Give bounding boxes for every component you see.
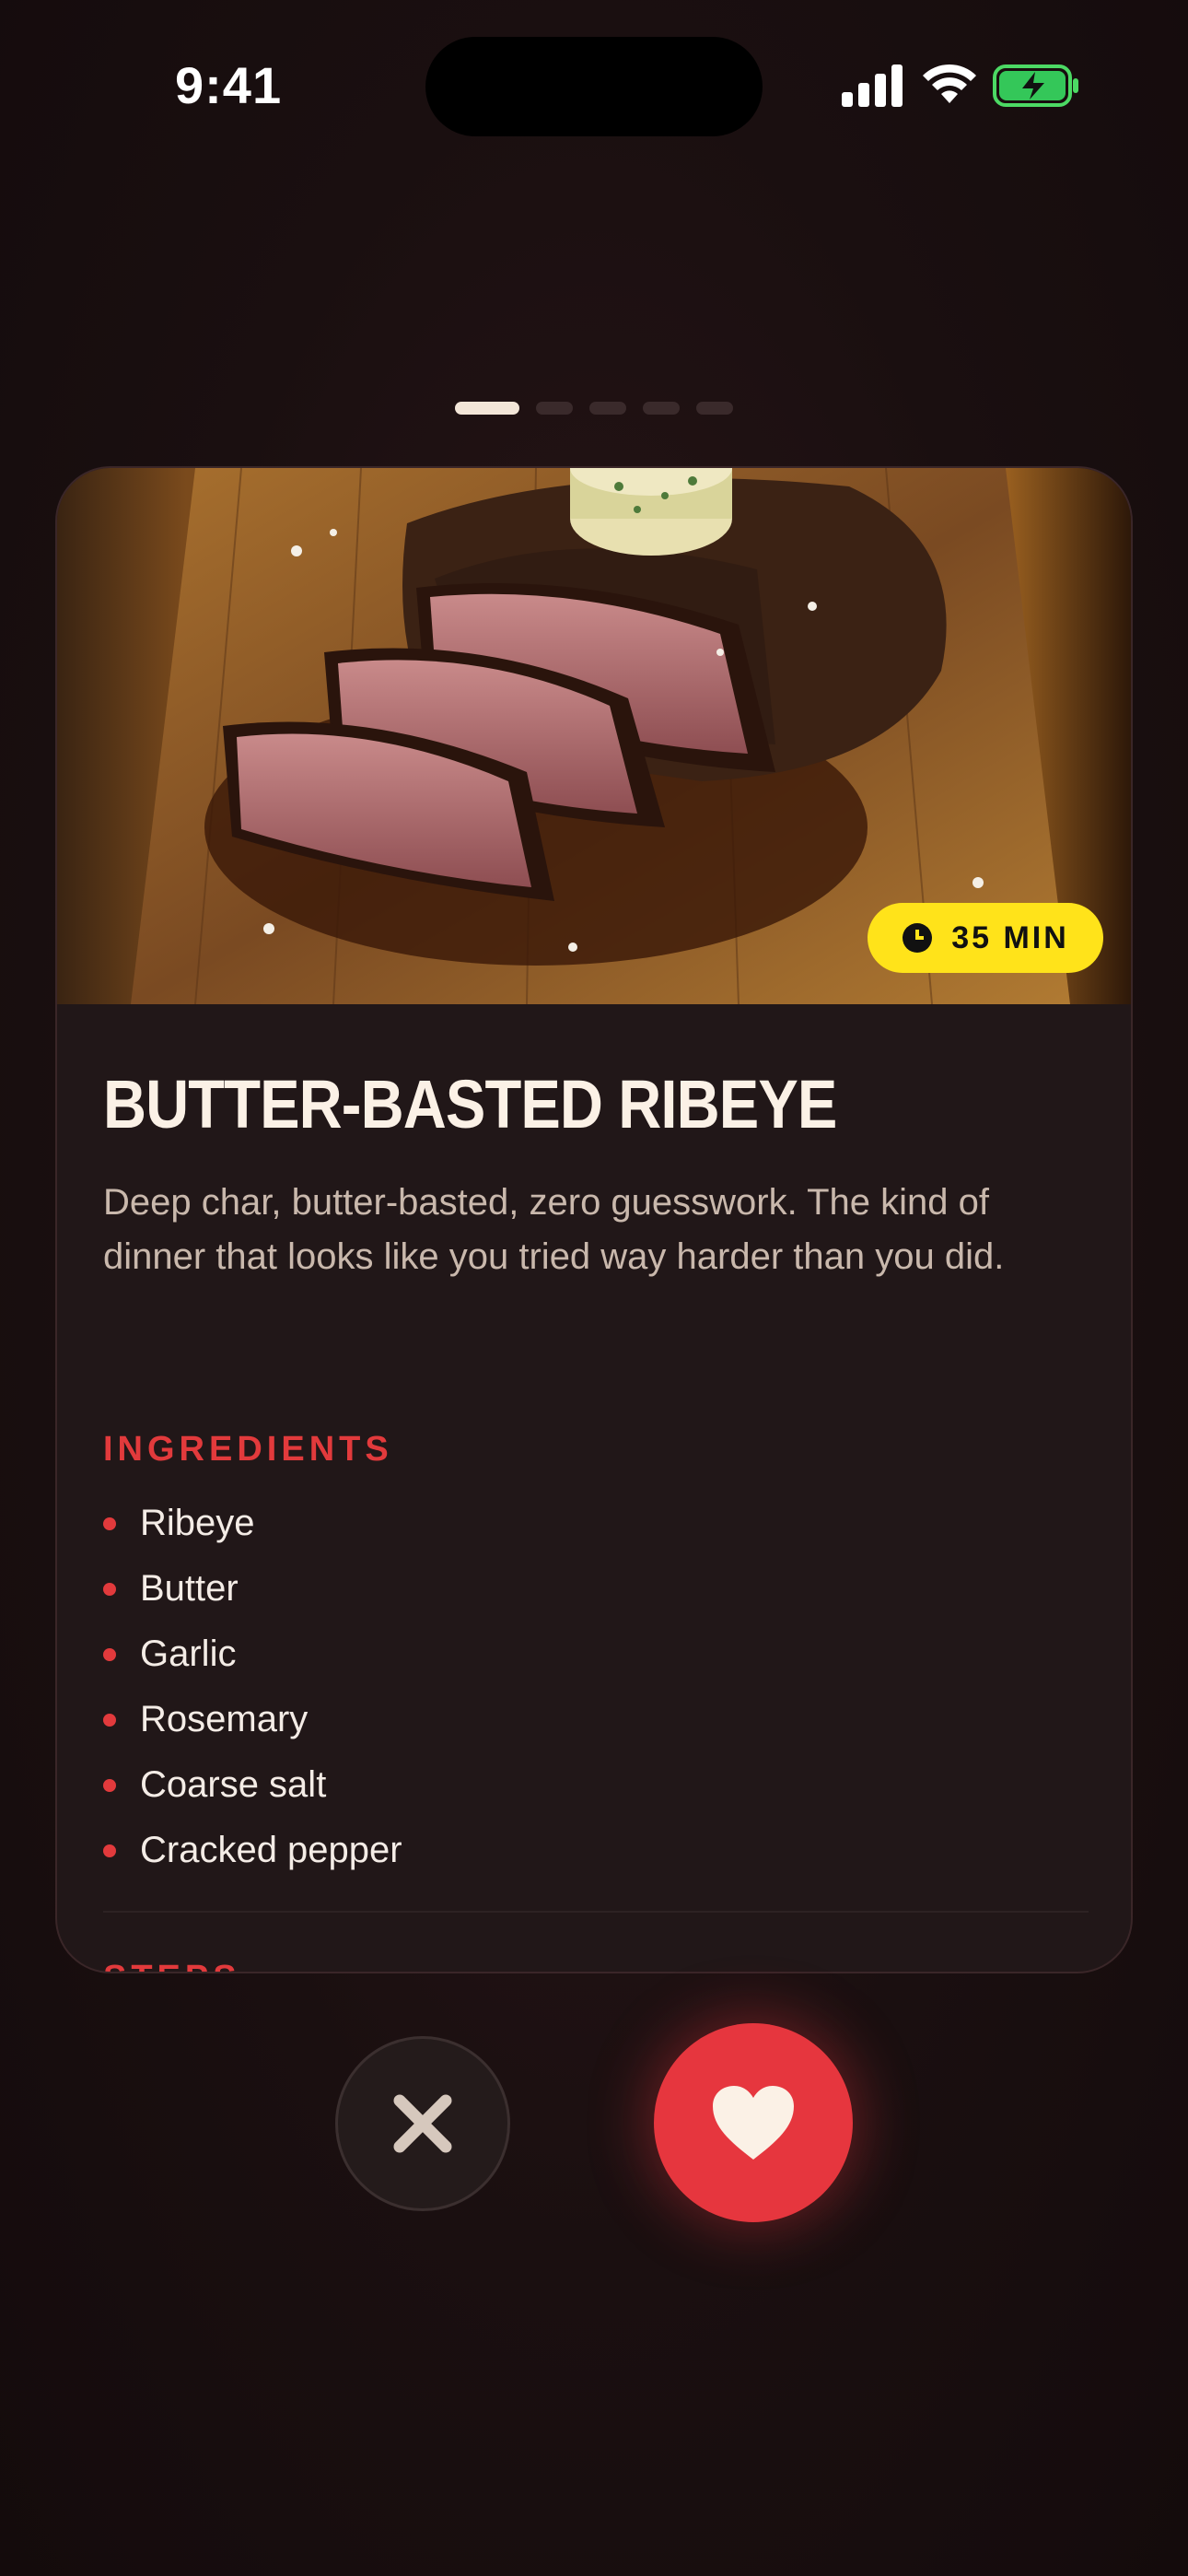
pager-dot-active	[455, 402, 519, 415]
bullet-icon	[103, 1516, 116, 1530]
bullet-icon	[103, 1844, 116, 1857]
status-bar: 9:41	[0, 0, 1188, 175]
recipe-title: BUTTER-BASTED RIBEYE	[103, 1066, 837, 1142]
ingredient-item: Rosemary	[103, 1687, 402, 1752]
bullet-icon	[103, 1582, 116, 1596]
bullet-icon	[103, 1647, 116, 1661]
ingredient-item: Cracked pepper	[103, 1818, 402, 1883]
bullet-icon	[103, 1713, 116, 1727]
pager-dot	[696, 402, 733, 415]
card-pager	[0, 402, 1188, 415]
status-time: 9:41	[175, 56, 283, 114]
ingredients-list: Ribeye Butter Garlic Rosemary Coarse sal…	[103, 1491, 402, 1883]
recipe-card[interactable]: 35 MIN BUTTER-BASTED RIBEYE Deep char, b…	[55, 466, 1133, 1973]
battery-charging-icon	[993, 64, 1078, 107]
ingredient-item: Garlic	[103, 1622, 402, 1687]
close-icon	[393, 2094, 452, 2153]
cook-time-text: 35 MIN	[951, 919, 1069, 955]
cook-time-badge: 35 MIN	[868, 903, 1103, 973]
dismiss-button[interactable]	[335, 2036, 510, 2211]
steps-heading: STEPS	[103, 1959, 241, 1972]
ingredient-item: Butter	[103, 1556, 402, 1622]
pager-dot	[536, 402, 573, 415]
wifi-icon	[923, 64, 976, 103]
recipe-photo: 35 MIN	[57, 468, 1131, 1004]
like-button[interactable]	[654, 2023, 853, 2222]
pager-dot	[643, 402, 680, 415]
section-divider	[103, 1911, 1089, 1913]
recipe-description: Deep char, butter-basted, zero guesswork…	[103, 1182, 1005, 1277]
clock-icon	[903, 923, 933, 953]
heart-icon	[713, 2086, 794, 2160]
dynamic-island	[425, 37, 763, 136]
bullet-icon	[103, 1778, 116, 1792]
ingredients-heading: INGREDIENTS	[103, 1430, 393, 1469]
ingredient-item: Coarse salt	[103, 1752, 402, 1818]
signal-icon	[842, 64, 903, 107]
pager-dot	[589, 402, 626, 415]
ingredient-item: Ribeye	[103, 1491, 402, 1556]
